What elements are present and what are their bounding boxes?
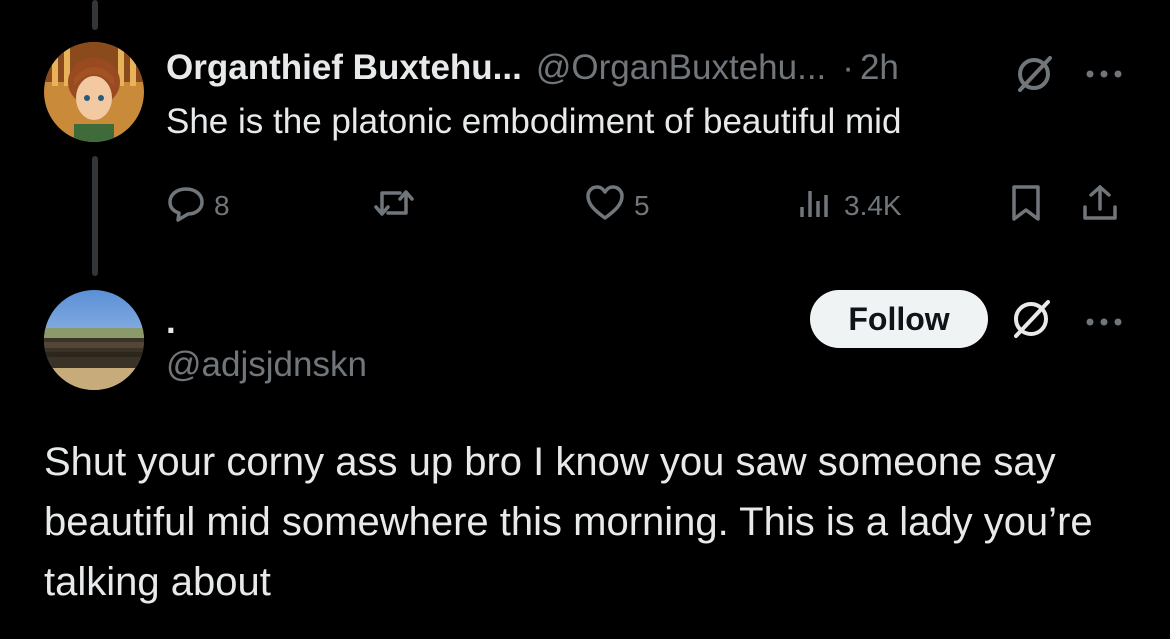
user-handle[interactable]: @OrganBuxtehu... [536,48,826,88]
display-name[interactable]: Organthief Buxtehu... [166,48,522,88]
like-count: 5 [634,190,650,221]
avatar[interactable] [44,42,144,142]
tweet-header: Organthief Buxtehu... @OrganBuxtehu... ·… [166,46,899,90]
display-name[interactable]: . [166,302,176,342]
avatar[interactable] [44,290,144,390]
views-button[interactable]: 3.4K [796,186,902,226]
bookmark-icon [1008,183,1044,230]
thread-line [92,156,98,276]
reply-button[interactable]: 8 [166,186,230,226]
grok-icon[interactable] [1012,52,1056,101]
timestamp[interactable]: 2h [860,48,899,88]
like-button[interactable]: 5 [584,184,650,226]
views-count: 3.4K [844,190,902,221]
share-button[interactable] [1080,184,1120,226]
bookmark-button[interactable] [1008,184,1044,226]
tweet-text: She is the platonic embodiment of beauti… [166,102,902,141]
share-icon [1080,183,1120,230]
reply-count: 8 [214,190,230,221]
retweet-button[interactable] [372,186,416,226]
more-icon[interactable] [1084,314,1124,332]
reply-icon [166,183,206,230]
like-icon [584,183,626,230]
thread-line-top [92,0,98,30]
more-icon[interactable] [1084,66,1124,84]
user-handle[interactable]: @adjsjdnskn [166,345,367,385]
grok-icon[interactable] [1008,296,1054,347]
views-icon [796,183,836,230]
separator-dot: · [842,48,854,87]
retweet-icon [372,183,416,230]
follow-button[interactable]: Follow [810,290,988,348]
tweet-text: Shut your corny ass up bro I know you sa… [44,440,1093,604]
